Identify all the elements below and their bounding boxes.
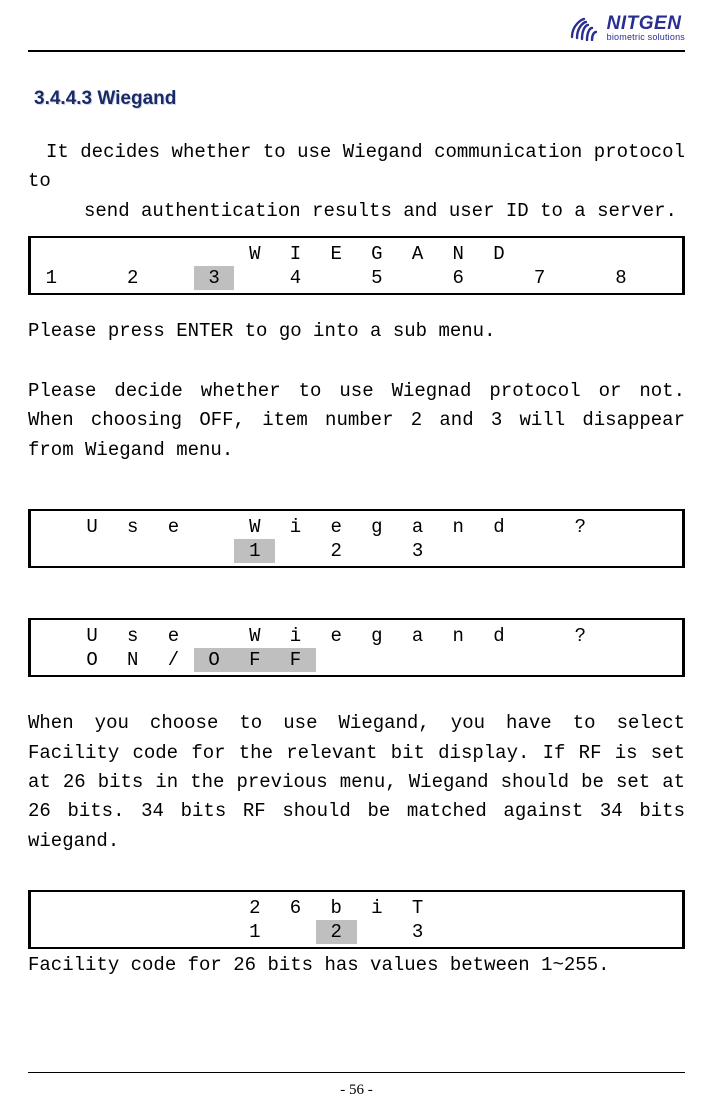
lcd-cursor: 1 <box>234 539 275 563</box>
lcd-row: 12 3 4 56 78 <box>31 266 682 290</box>
lcd-cursor: 2 <box>316 920 357 944</box>
brand-logo: NITGEN biometric solutions <box>569 14 685 42</box>
lcd-row: Use Wie gand ? <box>31 515 682 539</box>
lcd-use-wiegand-onoff: Use Wie gand ? ON/ O F F <box>28 618 685 677</box>
paragraph-decide: Please decide whether to use Wiegnad pro… <box>28 377 685 465</box>
lcd-row: 26b iT <box>31 896 682 920</box>
brand-tagline: biometric solutions <box>607 33 685 42</box>
fingerprint-icon <box>569 15 599 41</box>
paragraph-facility: When you choose to use Wiegand, you have… <box>28 709 685 856</box>
lcd-row: 1 2 3 <box>31 920 682 944</box>
brand-name: NITGEN <box>607 14 685 33</box>
header-divider <box>28 50 685 52</box>
lcd-wiegand-menu: WIE GAND 12 3 4 56 78 <box>28 236 685 295</box>
lcd-use-wiegand-numbers: Use Wie gand ? 1 2 3 <box>28 509 685 568</box>
page-header: NITGEN biometric solutions <box>28 14 685 48</box>
lcd-row: ON/ O F F <box>31 648 682 672</box>
lcd-cursor: 3 <box>194 266 235 290</box>
lcd-row: Use Wie gand ? <box>31 624 682 648</box>
lcd-row: WIE GAND <box>31 242 682 266</box>
page-number: - 56 - <box>0 1082 713 1099</box>
paragraph-intro-line2: send authentication results and user ID … <box>28 197 685 226</box>
paragraph-range: Facility code for 26 bits has values bet… <box>28 951 685 980</box>
lcd-26bit: 26b iT 1 2 3 <box>28 890 685 949</box>
lcd-row: 1 2 3 <box>31 539 682 563</box>
footer-divider <box>28 1072 685 1073</box>
section-title: 3.4.4.3 Wiegand <box>34 88 685 110</box>
paragraph-intro-line1: It decides whether to use Wiegand commun… <box>28 138 685 197</box>
lcd-cursor: O <box>194 648 235 672</box>
paragraph-enter: Please press ENTER to go into a sub menu… <box>28 317 685 346</box>
